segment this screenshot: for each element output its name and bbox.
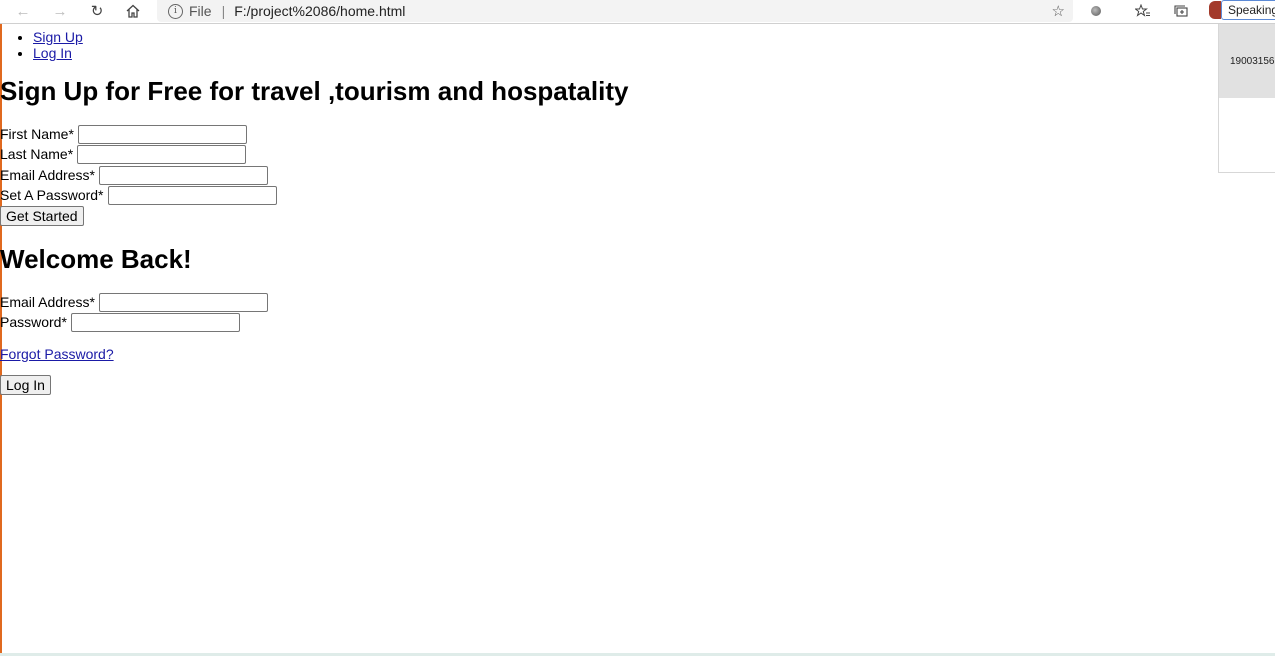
last-name-field[interactable] [77,144,247,164]
window-left-edge [0,24,2,656]
login-email-field[interactable] [98,292,268,312]
collections-icon[interactable] [1169,1,1193,21]
signup-link[interactable]: Sign Up [33,29,83,45]
address-separator: | [221,3,226,19]
login-heading: Welcome Back! [0,244,192,274]
info-icon[interactable]: i [168,3,183,19]
last-name-label: Last Name* [0,146,74,162]
login-password-label: Password* [0,314,67,330]
back-arrow-icon[interactable]: ← [10,0,36,22]
forgot-password-link[interactable]: Forgot Password? [0,346,114,362]
first-name-label: First Name* [0,126,74,142]
favorites-icon[interactable] [1131,1,1155,21]
login-password-field[interactable] [70,312,240,332]
browser-toolbar: ← → ↻ i File | F:/project%2086/home.html… [0,0,1275,24]
login-email-row: Email Address* [0,292,268,312]
star-icon[interactable]: ☆ [1052,2,1065,20]
login-password-row: Password* [0,312,240,332]
refresh-icon[interactable]: ↻ [84,0,110,22]
nav-item-signup: Sign Up [33,28,83,45]
speaking-button[interactable]: Speaking [1221,0,1275,20]
nav-item-login: Log In [33,44,83,61]
login-button[interactable]: Log In [0,375,51,395]
signup-heading: Sign Up for Free for travel ,tourism and… [0,76,629,106]
signup-email-field[interactable] [98,165,268,185]
extension-icon[interactable] [1084,1,1108,21]
first-name-row: First Name* [0,124,247,144]
signup-email-label: Email Address* [0,167,95,183]
top-nav: Sign Up Log In [0,28,83,61]
first-name-field[interactable] [77,124,247,144]
side-panel: 190031568 [1218,24,1275,173]
collections-icon-glyph [1173,5,1188,17]
last-name-row: Last Name* [0,144,247,164]
side-panel-text: 190031568 [1219,24,1275,98]
favorites-icon-glyph [1135,4,1150,17]
avatar[interactable] [1209,1,1221,19]
set-password-label: Set A Password* [0,187,104,203]
set-password-row: Set A Password* [0,185,277,205]
forward-arrow-icon[interactable]: → [47,0,73,22]
address-bar[interactable]: i File | F:/project%2086/home.html ☆ [157,0,1073,22]
login-email-label: Email Address* [0,294,95,310]
home-icon[interactable] [120,0,146,22]
home-icon-glyph [126,4,140,18]
address-url[interactable]: F:/project%2086/home.html [234,3,405,19]
extension-dot [1091,6,1101,16]
login-link[interactable]: Log In [33,45,72,61]
signup-email-row: Email Address* [0,165,268,185]
set-password-field[interactable] [107,185,277,205]
address-scheme: File [189,3,212,19]
get-started-button[interactable]: Get Started [0,206,84,226]
